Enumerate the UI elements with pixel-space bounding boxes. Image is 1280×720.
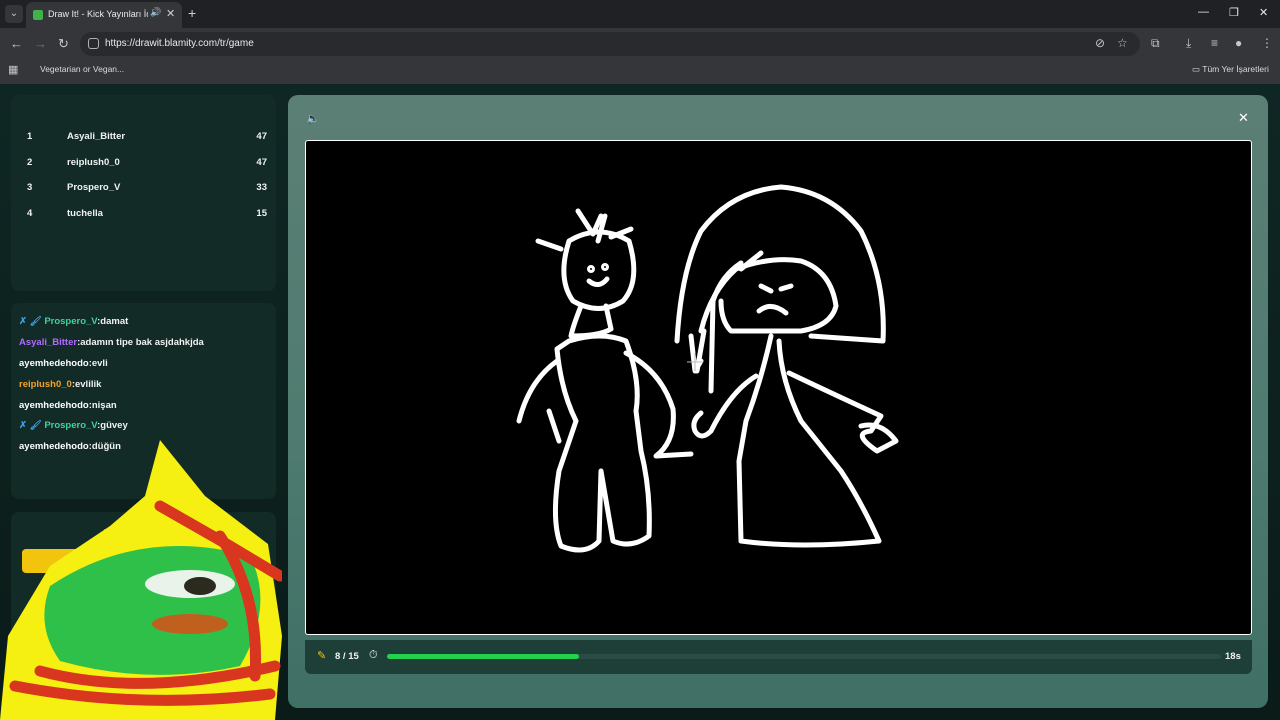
- apps-grid-icon[interactable]: ▦: [8, 63, 18, 76]
- all-bookmarks-label: Tüm Yer İşaretleri: [1202, 64, 1269, 74]
- player-rank: 1: [27, 131, 33, 142]
- round-status-bar: ✎ 8 / 15 ⏱ 18s: [305, 640, 1252, 674]
- reload-button[interactable]: ↻: [58, 36, 69, 52]
- tab-close-icon[interactable]: ✕: [166, 7, 175, 20]
- chat-username[interactable]: Prospero_V: [44, 420, 97, 431]
- folder-icon: ▭: [1192, 64, 1203, 74]
- brush-badge-icon: ✗ 🖌: [19, 420, 45, 431]
- chat-message: ayemhedehodo:nişan: [19, 400, 117, 411]
- player-score: 33: [256, 182, 267, 193]
- chat-username[interactable]: reiplush0_0: [19, 379, 72, 390]
- browser-tab[interactable]: Draw It! - Kick Yayınları İçin 🔊 ✕: [26, 2, 182, 28]
- all-bookmarks-folder[interactable]: ▭ Tüm Yer İşaretleri: [1192, 64, 1269, 75]
- game-panel: 🔈 ✕ ✎ 8 / 15 ⏱ 18s: [288, 95, 1268, 708]
- browser-toolbar: ← → ↻ https://drawit.blamity.com/tr/game…: [0, 28, 1280, 60]
- eye-slash-icon[interactable]: ⊘: [1095, 36, 1105, 50]
- chat-text: güvey: [100, 420, 128, 431]
- tab-title: Draw It! - Kick Yayınları İçin: [48, 9, 148, 19]
- speaker-icon[interactable]: 🔈: [306, 112, 320, 125]
- player-name: tuchella: [67, 208, 103, 219]
- chat-message: reiplush0_0:evlilik: [19, 379, 101, 390]
- round-counter: 8 / 15: [335, 651, 359, 662]
- drawing-canvas[interactable]: [305, 140, 1252, 635]
- timer-progress-track: [387, 654, 1221, 659]
- tab-audio-icon[interactable]: 🔊: [150, 7, 161, 18]
- restore-button[interactable]: ❐: [1229, 6, 1239, 19]
- tab-strip: ⌄ Draw It! - Kick Yayınları İçin 🔊 ✕ + —…: [0, 0, 1280, 28]
- bookmark-star-icon[interactable]: ☆: [1117, 36, 1128, 50]
- new-tab-button[interactable]: +: [188, 5, 196, 21]
- chat-text: evli: [91, 358, 108, 369]
- chat-text: nişan: [91, 400, 117, 411]
- player-rank: 4: [27, 208, 33, 219]
- forward-button[interactable]: →: [34, 36, 47, 51]
- player-name: reiplush0_0: [67, 157, 120, 168]
- chat-text: damat: [100, 316, 129, 327]
- chat-username[interactable]: ayemhedehodo: [19, 358, 89, 369]
- chat-message: ayemhedehodo:evli: [19, 358, 108, 369]
- address-bar[interactable]: https://drawit.blamity.com/tr/game ⊘ ☆: [80, 32, 1140, 56]
- close-icon[interactable]: ✕: [1238, 110, 1249, 126]
- chat-text: evlilik: [74, 379, 102, 390]
- player-score: 15: [256, 208, 267, 219]
- download-icon[interactable]: ⤓: [1186, 36, 1191, 51]
- tab-search-button[interactable]: ⌄: [5, 5, 23, 23]
- pencil-icon: ✎: [317, 650, 327, 662]
- player-score: 47: [256, 157, 267, 168]
- pepe-emote-overlay: [0, 440, 282, 720]
- back-button[interactable]: ←: [10, 36, 23, 51]
- favicon-icon: [33, 10, 43, 20]
- chat-username[interactable]: Asyali_Bitter: [19, 337, 77, 348]
- leaderboard-row: 2 reiplush0_0 47: [27, 152, 267, 174]
- chat-message: ✗ 🖌 Prospero_V:damat: [19, 316, 128, 327]
- browser-chrome: ⌄ Draw It! - Kick Yayınları İçin 🔊 ✕ + —…: [0, 0, 1280, 84]
- player-score: 47: [256, 131, 267, 142]
- player-rank: 3: [27, 182, 33, 193]
- leaderboard-panel: 1 Asyali_Bitter 47 2 reiplush0_0 47 3 Pr…: [11, 95, 276, 291]
- player-rank: 2: [27, 157, 33, 168]
- chat-message: ✗ 🖌 Prospero_V:güvey: [19, 420, 128, 431]
- leaderboard-row: 1 Asyali_Bitter 47: [27, 126, 267, 148]
- bookmarks-bar: ▦ Vegetarian or Vegan... ▭ Tüm Yer İşare…: [0, 60, 1280, 80]
- brush-badge-icon: ✗ 🖌: [19, 316, 45, 327]
- profile-avatar-icon[interactable]: ●: [1235, 36, 1242, 50]
- chat-message: Asyali_Bitter:adamın tipe bak asjdahkjda: [19, 337, 204, 348]
- chat-text: adamın tipe bak asjdahkjda: [80, 337, 204, 348]
- player-name: Asyali_Bitter: [67, 131, 126, 142]
- window-close-button[interactable]: ✕: [1259, 6, 1268, 19]
- timer-progress-fill: [387, 654, 579, 659]
- extensions-icon[interactable]: ⧉: [1151, 36, 1160, 51]
- chat-username[interactable]: Prospero_V: [44, 316, 97, 327]
- site-info-icon[interactable]: [88, 38, 99, 49]
- player-name: Prospero_V: [67, 182, 121, 193]
- chat-username[interactable]: ayemhedehodo: [19, 400, 89, 411]
- media-control-icon[interactable]: ≡: [1211, 36, 1218, 50]
- minimize-button[interactable]: —: [1198, 6, 1209, 18]
- browser-menu-icon[interactable]: ⋮: [1261, 36, 1273, 50]
- time-remaining: 18s: [1225, 651, 1241, 662]
- bookmark-item[interactable]: Vegetarian or Vegan...: [40, 64, 124, 74]
- drawing-strokes: [516, 184, 899, 553]
- stopwatch-icon: ⏱: [369, 649, 378, 661]
- url-text: https://drawit.blamity.com/tr/game: [105, 38, 254, 49]
- leaderboard-row: 3 Prospero_V 33: [27, 177, 267, 199]
- leaderboard-row: 4 tuchella 15: [27, 203, 267, 225]
